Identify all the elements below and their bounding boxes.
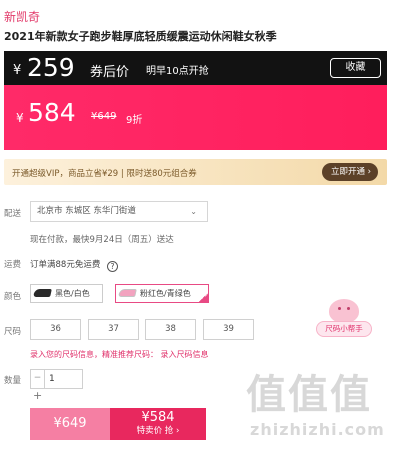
favorite-button[interactable]: 收藏 [330, 58, 381, 78]
size-option-39[interactable]: 39 [203, 319, 254, 340]
special-price: ¥584 [141, 410, 175, 425]
selected-check-icon: ✓ [198, 292, 209, 303]
watermark: 值值值 zhizhizhi.com [246, 362, 404, 450]
address-select[interactable]: 北京市 东城区 东华门街道 ⌄ [30, 201, 208, 222]
chevron-down-icon: ⌄ [190, 207, 197, 216]
presale-schedule: 明早10点开抢 [146, 66, 209, 77]
mascot-icon [329, 299, 359, 323]
current-currency: ¥ [16, 111, 24, 125]
delivery-eta: 现在付款，最快9月24日（周五）送达 [30, 235, 174, 245]
address-value: 北京市 东城区 东华门街道 [37, 206, 136, 216]
discount-badge: 9折 [126, 115, 143, 126]
special-label: 特卖价 抢 › [136, 426, 180, 436]
quantity-decrease-button[interactable]: − [31, 370, 45, 388]
brand-name[interactable]: 新凯奇 [4, 8, 40, 25]
vip-text: 开通超级VIP，商品立省¥29 | 限时送80元组合券 [12, 169, 197, 179]
size-info-link[interactable]: 录入您的尺码信息，精准推荐尺码： 录入尺码信息 [30, 349, 209, 360]
quantity-input[interactable]: 1 [49, 370, 55, 388]
quantity-stepper[interactable]: − 1 [30, 369, 83, 389]
original-price: ¥649 [91, 111, 117, 122]
size-option-37[interactable]: 37 [88, 319, 139, 340]
color-option-pink-teal[interactable]: 粉红色/青绿色 ✓ [115, 284, 209, 303]
presale-label: 券后价 [90, 65, 130, 80]
buy-special-price-button[interactable]: ¥584 特卖价 抢 › [110, 408, 206, 440]
current-price-bar: ¥ 584 ¥649 9折 [4, 85, 387, 150]
buy-original-price-button[interactable]: ¥649 [30, 408, 110, 440]
color-option-label: 粉红色/青绿色 [140, 289, 191, 298]
color-option-black-white[interactable]: 黑色/白色 [30, 284, 103, 303]
size-helper-label: 尺码小帮手 [316, 321, 372, 337]
color-option-label: 黑色/白色 [55, 289, 90, 298]
watermark-logo: 值值值 [246, 372, 372, 418]
chevron-right-icon: › [367, 167, 371, 177]
vip-banner: 开通超级VIP，商品立省¥29 | 限时送80元组合券 立即开通 › [4, 159, 387, 185]
presale-currency: ¥ [13, 63, 22, 78]
presale-price: 259 [27, 53, 75, 82]
vip-open-label: 立即开通 [331, 167, 366, 177]
product-title: 2021年新款女子跑步鞋厚底轻质缓震运动休闲鞋女秋季 [4, 30, 277, 43]
delivery-label: 配送 [4, 209, 22, 219]
presale-price-bar: ¥ 259 券后价 明早10点开抢 收藏 [4, 51, 387, 85]
shoe-thumbnail-icon [33, 289, 52, 297]
watermark-url: zhizhizhi.com [250, 420, 385, 439]
size-option-38[interactable]: 38 [145, 319, 196, 340]
shoe-thumbnail-icon [118, 289, 137, 297]
shipping-label: 运费 [4, 260, 22, 270]
size-label: 尺码 [4, 327, 22, 337]
quantity-increase-button[interactable]: + [33, 389, 42, 402]
help-icon[interactable]: ? [107, 261, 119, 272]
shipping-text: 订单满88元免运费 [30, 260, 101, 270]
vip-open-button[interactable]: 立即开通 › [322, 163, 378, 181]
quantity-label: 数量 [4, 376, 22, 386]
color-label: 颜色 [4, 292, 22, 302]
size-helper-widget[interactable]: 尺码小帮手 [316, 299, 372, 343]
shipping-info: 订单满88元免运费 ? [30, 258, 119, 272]
current-price: 584 [28, 98, 76, 127]
size-option-36[interactable]: 36 [30, 319, 81, 340]
